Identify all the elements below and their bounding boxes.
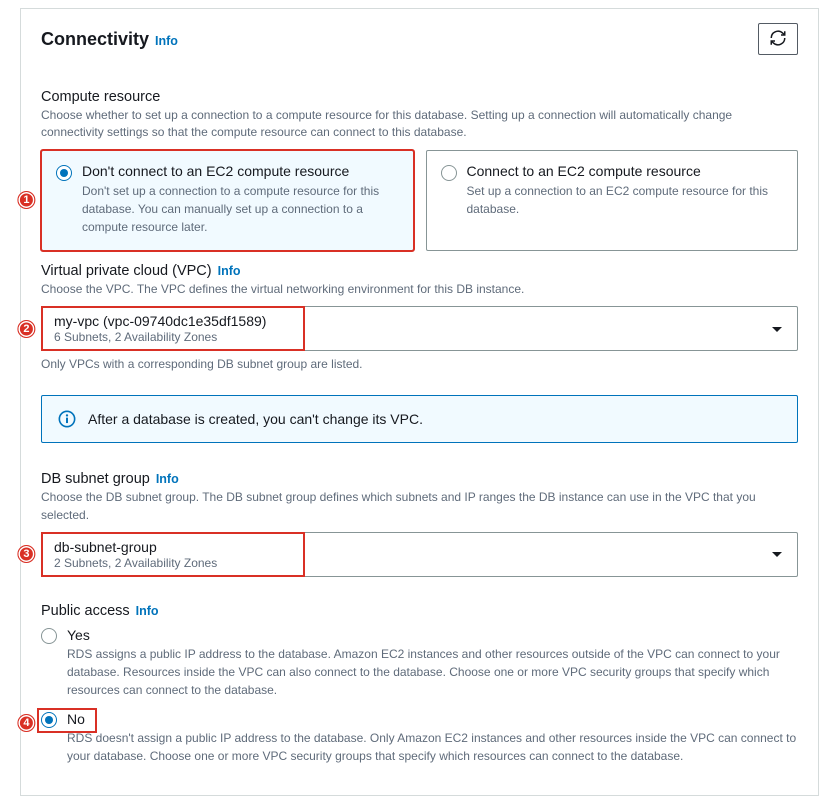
panel-title: Connectivity — [41, 29, 149, 50]
compute-option-connect[interactable]: Connect to an EC2 compute resource Set u… — [426, 150, 799, 251]
public-access-yes[interactable]: Yes RDS assigns a public IP address to t… — [41, 627, 798, 699]
compute-label: Compute resource — [41, 89, 798, 105]
vpc-select-value: my-vpc (vpc-09740dc1e35df1589) — [54, 313, 761, 329]
public-no-desc: RDS doesn't assign a public IP address t… — [67, 729, 798, 765]
vpc-select[interactable]: my-vpc (vpc-09740dc1e35df1589) 6 Subnets… — [41, 306, 798, 351]
public-label: Public access — [41, 603, 130, 619]
info-link-subnet[interactable]: Info — [156, 472, 179, 486]
refresh-icon — [769, 29, 787, 50]
public-access-radio-group: Yes RDS assigns a public IP address to t… — [41, 627, 798, 775]
callout-badge-3: 3 — [17, 545, 35, 563]
vpc-hint: Choose the VPC. The VPC defines the virt… — [41, 281, 798, 298]
radio-icon — [41, 628, 57, 644]
info-link-header[interactable]: Info — [155, 34, 178, 48]
connectivity-panel: Connectivity Info Compute resource Choos… — [20, 8, 819, 796]
vpc-select-sub: 6 Subnets, 2 Availability Zones — [54, 330, 761, 344]
subnet-label: DB subnet group — [41, 471, 150, 487]
compute-opt-b-title: Connect to an EC2 compute resource — [467, 163, 784, 179]
subnet-hint: Choose the DB subnet group. The DB subne… — [41, 489, 798, 524]
public-no-label: No — [67, 711, 798, 727]
callout-badge-2: 2 — [17, 320, 35, 338]
compute-opt-a-title: Don't connect to an EC2 compute resource — [82, 163, 399, 179]
subnet-select[interactable]: db-subnet-group 2 Subnets, 2 Availabilit… — [41, 532, 798, 577]
info-link-public[interactable]: Info — [136, 604, 159, 618]
public-yes-label: Yes — [67, 627, 798, 643]
panel-body: Compute resource Choose whether to set u… — [21, 61, 818, 795]
callout-badge-1: 1 — [17, 191, 35, 209]
radio-icon — [56, 165, 72, 181]
refresh-button[interactable] — [758, 23, 798, 55]
alert-text: After a database is created, you can't c… — [88, 411, 423, 427]
chevron-down-icon — [771, 546, 783, 562]
radio-icon — [441, 165, 457, 181]
info-link-vpc[interactable]: Info — [218, 264, 241, 278]
info-icon — [58, 410, 76, 428]
compute-option-dont-connect[interactable]: Don't connect to an EC2 compute resource… — [41, 150, 414, 251]
callout-badge-4: 4 — [17, 714, 35, 732]
compute-opt-a-desc: Don't set up a connection to a compute r… — [82, 182, 399, 236]
vpc-change-alert: After a database is created, you can't c… — [41, 395, 798, 443]
compute-resource-section: Compute resource Choose whether to set u… — [41, 89, 798, 251]
vpc-note: Only VPCs with a corresponding DB subnet… — [41, 357, 798, 371]
compute-hint: Choose whether to set up a connection to… — [41, 107, 798, 142]
compute-radio-group: 1 Don't connect to an EC2 compute resour… — [41, 150, 798, 251]
chevron-down-icon — [771, 321, 783, 337]
subnet-select-sub: 2 Subnets, 2 Availability Zones — [54, 556, 761, 570]
vpc-label: Virtual private cloud (VPC) — [41, 263, 212, 279]
compute-opt-b-desc: Set up a connection to an EC2 compute re… — [467, 182, 784, 218]
subnet-select-value: db-subnet-group — [54, 539, 761, 555]
public-access-section: Public access Info Yes RDS assigns a pub… — [41, 603, 798, 775]
public-access-no[interactable]: No RDS doesn't assign a public IP addres… — [41, 711, 798, 765]
vpc-section: Virtual private cloud (VPC) Info Choose … — [41, 263, 798, 371]
radio-icon — [41, 712, 57, 728]
panel-header: Connectivity Info — [21, 9, 818, 61]
subnet-section: DB subnet group Info Choose the DB subne… — [41, 471, 798, 577]
public-yes-desc: RDS assigns a public IP address to the d… — [67, 645, 798, 699]
